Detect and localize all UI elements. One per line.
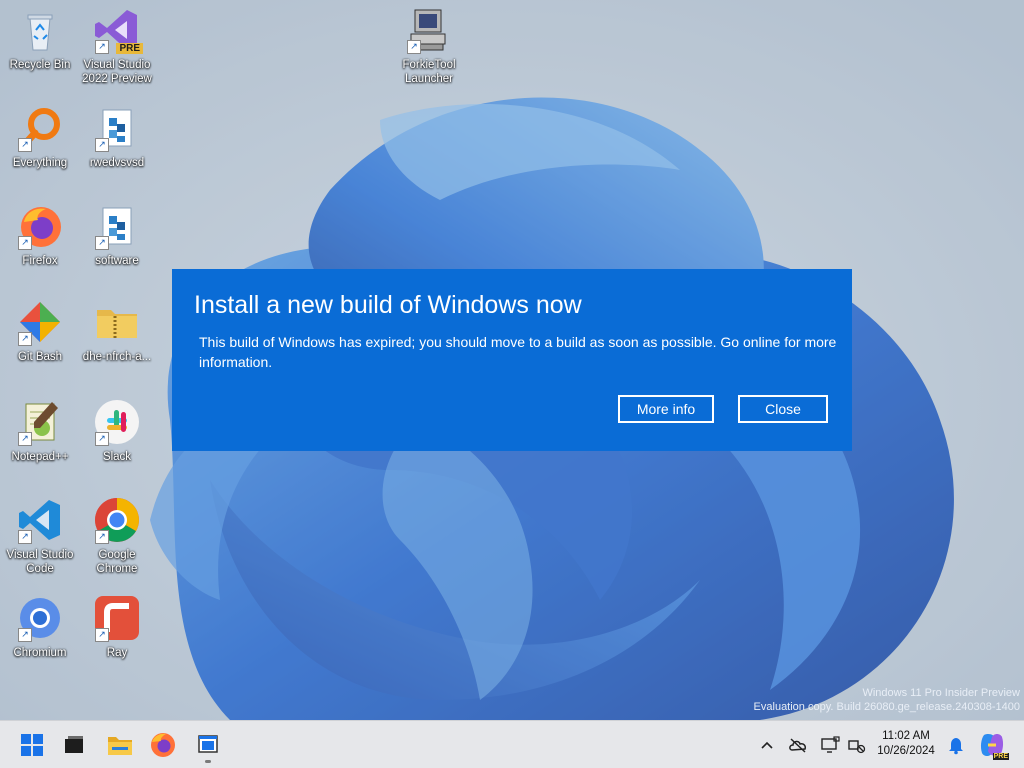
copilot-button[interactable]: PRE [978,731,1009,760]
visual-studio-preview-shortcut[interactable]: PRE ↗ Visual Studio 2022 Preview [79,6,155,86]
desktop-icon-label: Notepad++ [11,451,69,463]
firefox-icon [151,733,175,757]
ray-icon: ↗ [93,594,141,642]
everything-icon: ↗ [16,104,64,152]
desktop-icon-label: Ray [106,647,128,659]
file-explorer-button[interactable] [104,729,136,761]
vscode-shortcut[interactable]: ↗ Visual Studio Code [2,496,78,576]
file-explorer-icon [108,737,132,755]
desktop-icon-label: Visual Studio 2022 Preview [82,59,152,85]
setup-file-icon: ↗ [93,104,141,152]
shortcut-arrow-icon: ↗ [95,40,109,54]
shortcut-arrow-icon: ↗ [18,138,32,152]
shortcut-arrow-icon: ↗ [18,530,32,544]
google-chrome-shortcut[interactable]: ↗ Google Chrome [79,496,155,576]
watermark-edition: Windows 11 Pro Insider Preview [862,687,1020,699]
active-window-icon [198,735,218,753]
rwedvsvsd-shortcut[interactable]: ↗ rwedvsvsd [79,104,155,170]
recycle-bin-icon [16,6,64,54]
ray-shortcut[interactable]: ↗ Ray [79,594,155,660]
start-icon [21,734,43,756]
shortcut-arrow-icon: ↗ [95,530,109,544]
network-icon [848,740,866,754]
git-bash-icon: ↗ [16,298,64,346]
dialog-title: Install a new build of Windows now [194,291,582,319]
chevron-up-icon [761,741,773,749]
desktop-icon-label: Recycle Bin [9,59,71,71]
firefox-icon: ↗ [16,202,64,250]
chrome-icon: ↗ [93,496,141,544]
preview-badge: PRE [116,43,143,54]
desktop-icon-label: Everything [12,157,68,169]
software-shortcut[interactable]: ↗ software [79,202,155,268]
git-bash-shortcut[interactable]: ↗ Git Bash [2,298,78,364]
watermark-build: Evaluation copy. Build 26080.ge_release.… [753,701,1020,713]
shortcut-arrow-icon: ↗ [18,628,32,642]
shortcut-arrow-icon: ↗ [95,236,109,250]
shortcut-arrow-icon: ↗ [18,432,32,446]
vscode-icon: ↗ [16,496,64,544]
visual-studio-icon: PRE ↗ [93,6,143,54]
zip-folder-icon [93,298,141,346]
clock-time: 11:02 AM [882,730,930,742]
close-button[interactable]: Close [738,395,828,423]
onedrive-button[interactable] [788,735,808,755]
zip-archive-shortcut[interactable]: dhe-nfrch-a... [79,298,155,364]
chromium-icon: ↗ [16,594,64,642]
chromium-shortcut[interactable]: ↗ Chromium [2,594,78,660]
show-hidden-icons-button[interactable] [757,735,777,755]
task-view-icon [65,736,83,753]
shortcut-arrow-icon: ↗ [95,432,109,446]
shortcut-arrow-icon: ↗ [18,332,32,346]
clock[interactable]: 11:02 AM 10/26/2024 [866,729,946,759]
notepad-plus-plus-shortcut[interactable]: ↗ Notepad++ [2,398,78,464]
firefox-shortcut[interactable]: ↗ Firefox [2,202,78,268]
active-window-button[interactable] [192,729,224,763]
desktop-icon-label: Firefox [22,255,58,267]
task-view-button[interactable] [58,729,90,761]
more-info-button[interactable]: More info [618,395,714,423]
everything-shortcut[interactable]: ↗ Everything [2,104,78,170]
desktop-icon-label: ForkieTool Launcher [402,59,456,85]
running-indicator [205,760,211,763]
dialog-message: This build of Windows has expired; you s… [199,334,837,370]
bell-icon [949,738,963,755]
shortcut-arrow-icon: ↗ [95,628,109,642]
shortcut-arrow-icon: ↗ [407,40,421,54]
computer-icon: ↗ [405,6,453,54]
onedrive-icon [789,738,806,753]
display-button[interactable] [820,735,840,755]
notepad-plus-plus-icon: ↗ [16,398,64,446]
desktop-icon-label: Google Chrome [96,549,138,575]
clock-date: 10/26/2024 [877,745,935,757]
desktop-icon-label: Slack [102,451,132,463]
notifications-button[interactable] [946,735,966,755]
build-expired-dialog: Install a new build of Windows now This … [172,269,852,451]
desktop-icon-label: software [95,255,139,267]
slack-shortcut[interactable]: ↗ Slack [79,398,155,464]
desktop-icon-label: dhe-nfrch-a... [82,351,152,363]
start-button[interactable] [16,729,48,761]
forkietool-launcher-shortcut[interactable]: ↗ ForkieTool Launcher [391,6,467,86]
shortcut-arrow-icon: ↗ [95,138,109,152]
shortcut-arrow-icon: ↗ [18,236,32,250]
display-icon [821,736,840,753]
taskbar: 11:02 AM 10/26/2024 PRE [0,720,1024,768]
desktop-icon-label: Git Bash [17,351,63,363]
desktop-icon-label: Visual Studio Code [6,549,74,575]
desktop-icon-label: Chromium [13,647,67,659]
firefox-taskbar-button[interactable] [147,729,179,761]
recycle-bin-shortcut[interactable]: Recycle Bin [2,6,78,72]
copilot-preview-badge: PRE [992,753,1009,760]
network-button[interactable] [846,735,866,755]
desktop-icon-label: rwedvsvsd [89,157,145,169]
setup-file-icon: ↗ [93,202,141,250]
evaluation-watermark: Windows 11 Pro Insider Preview Evaluatio… [754,686,1020,714]
slack-icon: ↗ [93,398,141,446]
desktop: Recycle Bin ↗ Everything ↗ Firefox ↗ Git… [0,0,1024,720]
